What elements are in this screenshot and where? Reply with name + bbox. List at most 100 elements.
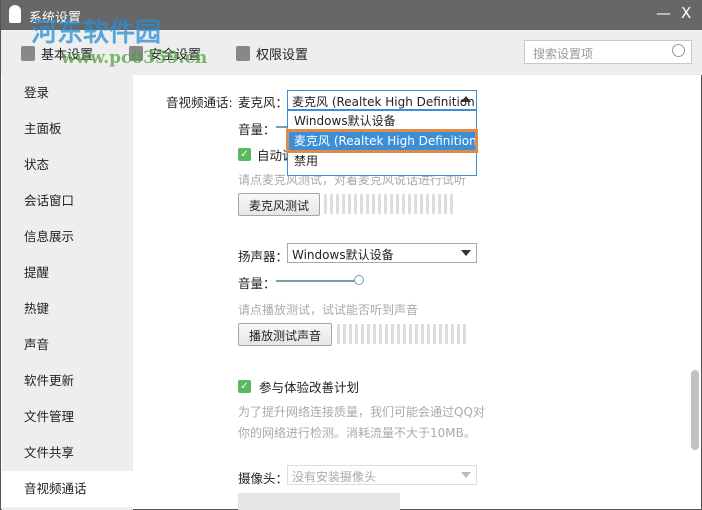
search-icon[interactable] [672, 44, 685, 57]
sidebar-item-file-sharing[interactable]: 文件共享 [2, 435, 133, 471]
meter-bar [390, 194, 393, 214]
meter-bar [450, 194, 453, 214]
meter-bar [342, 194, 345, 214]
camera-select-value: 没有安装摄像头 [292, 470, 377, 484]
meter-bar [324, 194, 327, 214]
meter-bar [372, 194, 375, 214]
sidebar-item-status[interactable]: 状态 [2, 147, 133, 183]
mic-select-value: 麦克风 (Realtek High Definition ... [292, 95, 477, 109]
speaker-volume-knob[interactable] [354, 275, 365, 285]
scrollbar-thumb[interactable] [691, 370, 699, 450]
tab-bar: 基本设置 安全设置 权限设置 搜索设置项 [1, 30, 702, 75]
speaker-volume-slider[interactable] [276, 280, 360, 282]
speaker-hint: 请点播放测试，试试能否听到声音 [238, 303, 419, 317]
meter-bar [451, 324, 454, 344]
lock-icon [236, 46, 250, 61]
improve-desc-line1: 为了提升网络连接质量，我们可能会通过QQ对 [238, 405, 485, 419]
play-test-button[interactable]: 播放测试声音 [238, 323, 333, 346]
section-label: 音视频通话: [166, 95, 233, 110]
window-title: 系统设置 [29, 11, 82, 26]
qq-logo-icon [9, 5, 21, 23]
mic-option-default[interactable]: Windows默认设备 [288, 111, 476, 131]
meter-bar [421, 324, 424, 344]
meter-bar [402, 194, 405, 214]
meter-bar [355, 324, 358, 344]
meter-bar [336, 194, 339, 214]
improve-desc-line2: 你的网络进行检测。消耗流量不大于10MB。 [238, 426, 476, 440]
meter-bar [457, 324, 460, 344]
camera-label: 摄像头： [238, 471, 289, 486]
mic-option-realtek[interactable]: 麦克风 (Realtek High Definition Audio [286, 129, 478, 153]
meter-bar [373, 324, 376, 344]
checkmark-icon: ✓ [238, 148, 251, 161]
mic-dropdown: Windows默认设备 麦克风 (Realtek High Definition… [286, 110, 478, 176]
meter-bar [397, 324, 400, 344]
meter-bar [361, 324, 364, 344]
sidebar-item-reminder[interactable]: 提醒 [2, 255, 133, 291]
meter-bar [349, 324, 352, 344]
meter-bar [415, 324, 418, 344]
sidebar-item-login[interactable]: 登录 [2, 75, 133, 111]
mic-volume-label: 音量： [238, 122, 276, 137]
meter-bar [337, 324, 340, 344]
mic-option-disable[interactable]: 禁用 [288, 151, 476, 171]
meter-bar [354, 194, 357, 214]
meter-bar [391, 324, 394, 344]
meter-bar [409, 324, 412, 344]
meter-bar [432, 194, 435, 214]
meter-bar [427, 324, 430, 344]
chevron-up-icon [461, 96, 471, 102]
sidebar-item-hotkeys[interactable]: 热键 [2, 291, 133, 327]
mic-test-button[interactable]: 麦克风测试 [238, 193, 321, 216]
tab-label: 基本设置 [41, 48, 94, 63]
meter-bar [343, 324, 346, 344]
sidebar-item-av-call[interactable]: 音视频通话 [2, 471, 133, 507]
meter-bar [384, 194, 387, 214]
meter-bar [379, 324, 382, 344]
meter-bar [426, 194, 429, 214]
gear-icon [21, 46, 35, 61]
meter-bar [439, 324, 442, 344]
speaker-label: 扬声器： [238, 249, 289, 264]
speaker-select[interactable]: Windows默认设备 [287, 243, 477, 263]
camera-select[interactable]: 没有安装摄像头 [287, 465, 477, 485]
tab-label: 安全设置 [149, 48, 202, 63]
mic-select[interactable]: 麦克风 (Realtek High Definition ... [287, 90, 477, 110]
sidebar-item-main-panel[interactable]: 主面板 [2, 111, 133, 147]
meter-bar [396, 194, 399, 214]
search-input[interactable]: 搜索设置项 [524, 40, 692, 64]
speaker-volume-label: 音量： [238, 276, 276, 291]
meter-bar [330, 194, 333, 214]
meter-bar [403, 324, 406, 344]
minimize-button[interactable]: — [656, 4, 671, 22]
meter-bar [414, 194, 417, 214]
improve-plan-label: 参与体验改善计划 [259, 380, 360, 395]
sidebar-item-info-display[interactable]: 信息展示 [2, 219, 133, 255]
title-bar: 系统设置 — X [1, 0, 702, 30]
meter-bar [463, 324, 466, 344]
meter-bar [366, 194, 369, 214]
meter-bar [378, 194, 381, 214]
search-placeholder: 搜索设置项 [533, 47, 594, 61]
improve-plan-checkbox[interactable]: ✓ 参与体验改善计划 [238, 377, 359, 396]
meter-bar [348, 194, 351, 214]
meter-bar [420, 194, 423, 214]
tab-basic-settings[interactable]: 基本设置 [21, 44, 93, 63]
close-button[interactable]: X [681, 4, 691, 22]
mic-label: 麦克风： [238, 95, 289, 110]
sidebar-item-file-management[interactable]: 文件管理 [2, 399, 133, 435]
speaker-level-meter [337, 324, 466, 344]
settings-window: 系统设置 — X 基本设置 安全设置 权限设置 搜索设置项 河东软件园 www.… [0, 0, 702, 510]
meter-bar [438, 194, 441, 214]
sidebar-item-chat-window[interactable]: 会话窗口 [2, 183, 133, 219]
sidebar-item-sound[interactable]: 声音 [2, 327, 133, 363]
speaker-select-value: Windows默认设备 [292, 248, 394, 262]
tab-label: 权限设置 [256, 48, 309, 63]
meter-bar [408, 194, 411, 214]
sidebar-item-software-update[interactable]: 软件更新 [2, 363, 133, 399]
shield-icon [129, 46, 143, 61]
tab-permission-settings[interactable]: 权限设置 [236, 44, 308, 63]
tab-security-settings[interactable]: 安全设置 [129, 44, 201, 63]
sidebar: 登录 主面板 状态 会话窗口 信息展示 提醒 热键 声音 软件更新 文件管理 文… [2, 75, 133, 510]
meter-bar [385, 324, 388, 344]
